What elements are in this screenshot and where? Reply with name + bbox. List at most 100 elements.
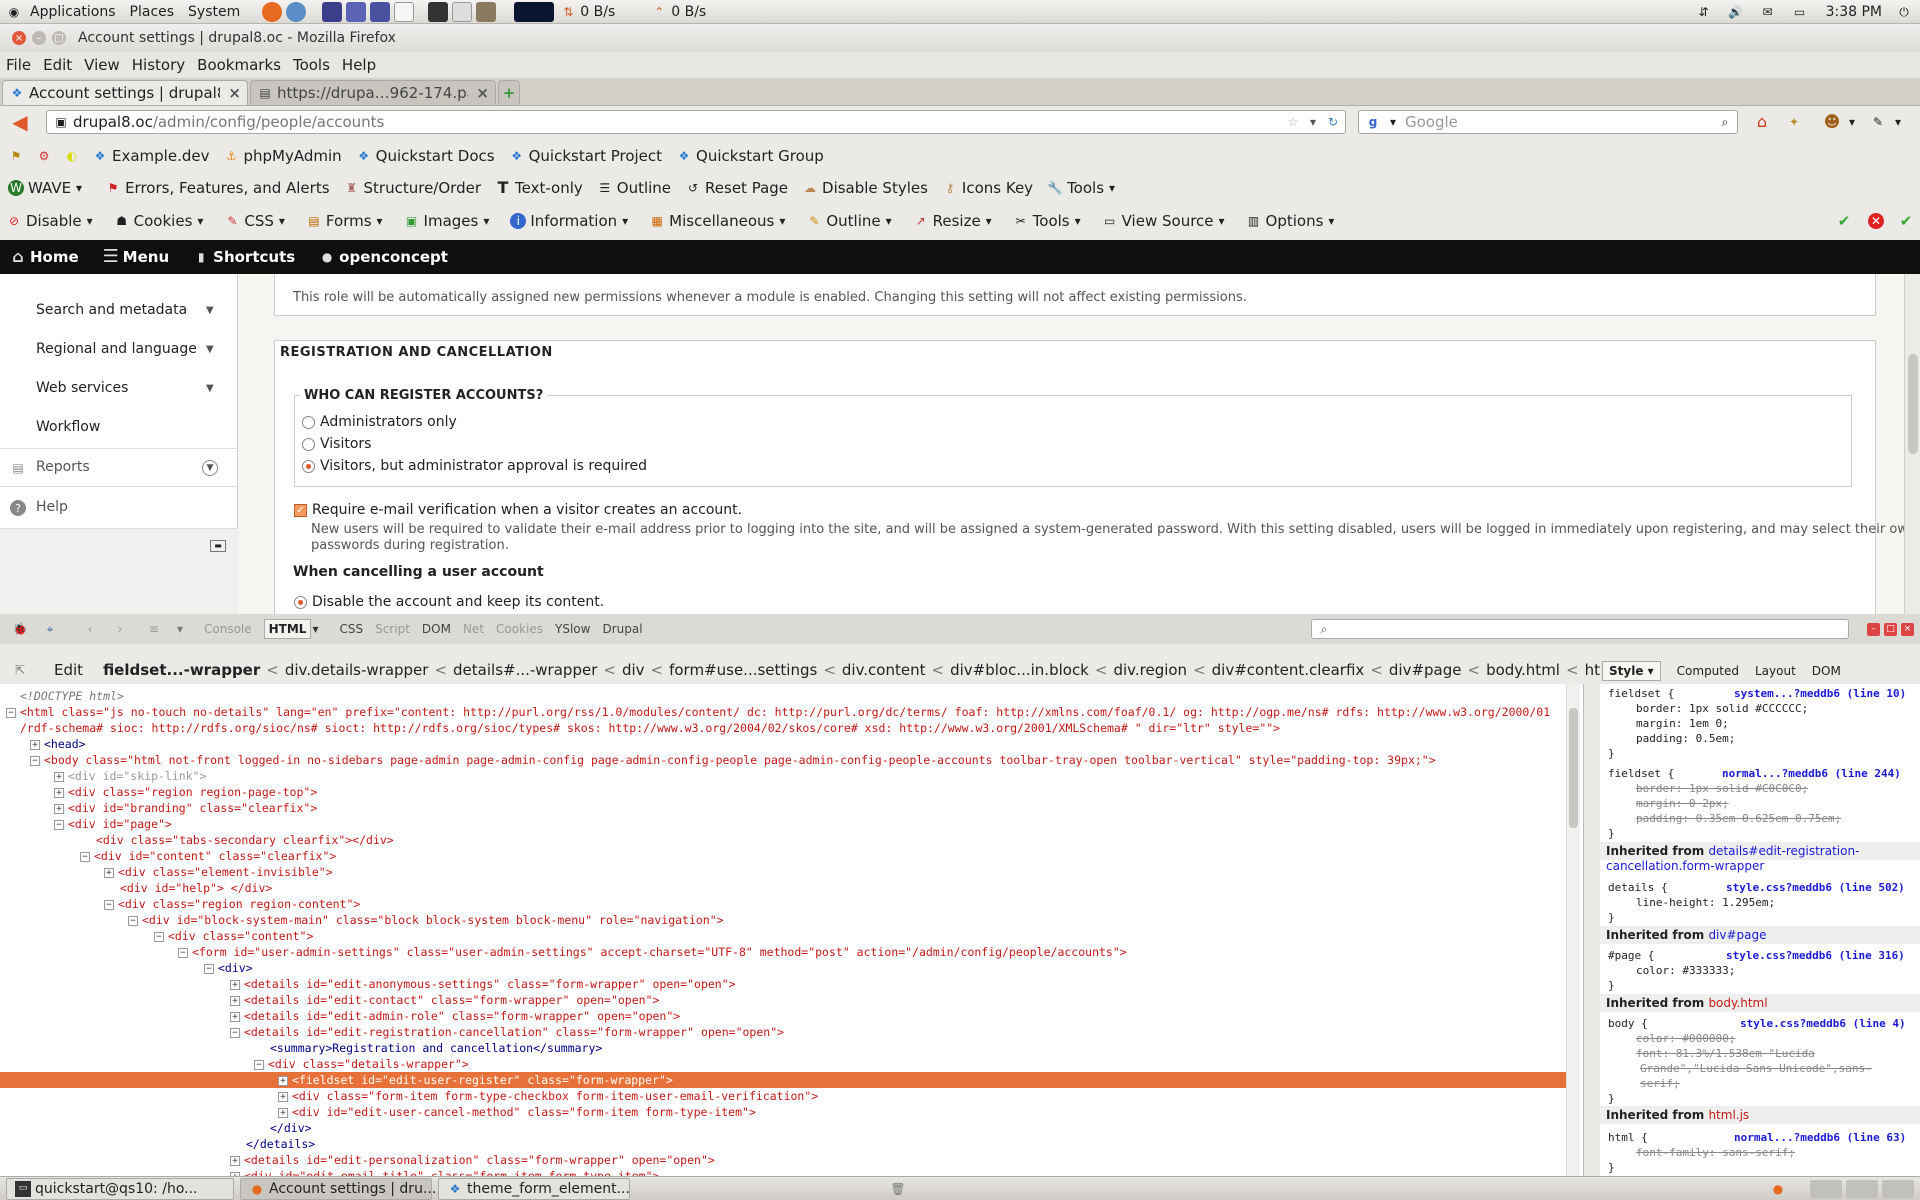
wd-disable-menu[interactable]: ⊘ Disable ▾ <box>6 212 102 230</box>
minimize-window-icon[interactable]: – <box>32 31 46 45</box>
css-rule-source[interactable]: style.css?meddb6 (line 502) <box>1726 880 1905 895</box>
tree-line-selected[interactable]: + <fieldset id="edit-user-register" class… <box>0 1072 1580 1088</box>
radio-button[interactable] <box>302 437 315 451</box>
tree-line[interactable]: + <div id="branding" class="clearfix"> <box>54 800 317 816</box>
forward-icon[interactable]: › <box>112 621 128 637</box>
menu-tools[interactable]: Tools <box>293 56 330 74</box>
validation-error-icon[interactable]: ✕ <box>1868 213 1884 229</box>
checkbox[interactable]: ✓ <box>294 503 307 517</box>
editor-launcher-icon[interactable] <box>452 1 473 22</box>
crumb-body[interactable]: body.html <box>1486 661 1560 679</box>
expand-toggle[interactable]: + <box>230 979 240 990</box>
collapse-toggle[interactable]: − <box>54 819 64 830</box>
sidebar-item-regional-language[interactable]: Regional and language <box>36 341 197 357</box>
wave-structure-button[interactable]: ♜ Structure/Order <box>344 179 481 197</box>
tree-line[interactable]: + <details id="edit-contact" class="form-… <box>230 992 659 1008</box>
menu-file[interactable]: File <box>6 56 31 74</box>
wave-errors-button[interactable]: ⚑ Errors, Features, and Alerts <box>105 179 330 197</box>
sidebar-item-web-services[interactable]: Web services <box>36 380 128 396</box>
css-property-overridden[interactable]: font: 81.3%/1.538em "Lucida <box>1636 1046 1815 1061</box>
expand-toggle[interactable]: + <box>230 1155 240 1166</box>
expand-toggle[interactable]: + <box>230 995 240 1006</box>
fb-search-input[interactable]: ⌕ <box>1311 619 1849 639</box>
bookmark-quickstart-project[interactable]: ❖ Quickstart Project <box>509 147 662 165</box>
css-rule-source[interactable]: style.css?meddb6 (line 316) <box>1726 948 1905 963</box>
css-rule-source[interactable]: normal...?meddb6 (line 244) <box>1722 766 1901 781</box>
css-property-overridden[interactable]: font-family: sans-serif; <box>1636 1145 1795 1160</box>
clock[interactable]: 3:38 PM <box>1826 4 1882 20</box>
inherited-link[interactable]: div#page <box>1708 928 1766 942</box>
page-scrollbar[interactable] <box>1904 274 1920 614</box>
firebug-icon[interactable]: 🐞 <box>12 621 28 637</box>
wd-css-menu[interactable]: ✎ CSS ▾ <box>224 212 294 230</box>
radio-button[interactable] <box>302 415 315 429</box>
side-tab-style[interactable]: Style ▾ <box>1602 661 1661 681</box>
tree-line[interactable]: + <details id="edit-admin-role" class="fo… <box>230 1008 680 1024</box>
toolbar-shortcuts[interactable]: ▮ Shortcuts <box>193 248 295 266</box>
css-property-overridden[interactable]: padding: 0.35em 0.625em 0.75em; <box>1636 811 1841 826</box>
bookmarklet-3-icon[interactable]: ◐ <box>64 148 80 164</box>
places-menu[interactable]: Places <box>130 4 175 20</box>
expand-circle-icon[interactable]: ▼ <box>202 460 218 476</box>
crumb-div-content-clearfix[interactable]: div#content.clearfix <box>1212 661 1365 679</box>
wd-cookies-menu[interactable]: ☗ Cookies ▾ <box>114 212 213 230</box>
tree-line[interactable]: − <div id="block-system-main" class="bloc… <box>128 912 724 928</box>
crumb-form[interactable]: form#use...settings <box>669 661 817 679</box>
task-browser[interactable]: ❖ theme_form_element... <box>438 1177 630 1200</box>
crumb-div[interactable]: div <box>622 661 645 679</box>
css-property-overridden[interactable]: serif; <box>1640 1076 1680 1091</box>
expand-toggle[interactable]: + <box>54 803 64 814</box>
expand-toggle[interactable]: + <box>54 787 64 798</box>
tree-line[interactable]: + <div id="skip-link"> <box>54 768 206 784</box>
collapse-toggle[interactable]: − <box>128 915 138 926</box>
fb-tab-net[interactable]: Net <box>463 622 484 636</box>
crumb-details-wrapper[interactable]: div.details-wrapper <box>285 661 429 679</box>
expand-toggle[interactable]: + <box>278 1091 288 1102</box>
collapse-toggle[interactable]: − <box>254 1059 264 1070</box>
back-arrow-icon[interactable]: ◀ <box>8 112 32 132</box>
crumb-div-region[interactable]: div.region <box>1113 661 1187 679</box>
tree-line[interactable]: + <div class="element-invisible"> <box>104 864 333 880</box>
expand-toggle[interactable]: + <box>278 1075 288 1086</box>
scrollbar-thumb[interactable] <box>1908 354 1918 454</box>
menu-help[interactable]: Help <box>342 56 376 74</box>
list-icon[interactable]: ≡ <box>146 621 162 637</box>
crumb-div-block[interactable]: div#bloc...in.block <box>950 661 1089 679</box>
collapse-toggle[interactable]: − <box>30 755 40 766</box>
css-property[interactable]: line-height: 1.295em; <box>1636 895 1775 910</box>
css-property-overridden[interactable]: border: 1px solid #C0C0C0; <box>1636 781 1808 796</box>
sidebar-item-search-metadata[interactable]: Search and metadata <box>36 302 187 318</box>
wd-options-menu[interactable]: ▥ Options ▾ <box>1246 212 1344 230</box>
back-icon[interactable]: ‹ <box>82 621 98 637</box>
radio-disable-account[interactable]: Disable the account and keep its content… <box>294 594 604 610</box>
wd-images-menu[interactable]: ▣ Images ▾ <box>404 212 499 230</box>
inherited-link[interactable]: html.js <box>1708 1108 1749 1122</box>
reload-icon[interactable]: ↻ <box>1325 114 1341 130</box>
eyedropper-dropdown-icon[interactable]: ▾ <box>1890 114 1906 130</box>
wd-resize-menu[interactable]: ↗ Resize ▾ <box>913 212 1001 230</box>
tree-line[interactable]: + <head> <box>30 736 86 752</box>
css-property-overridden[interactable]: Grande","Lucida Sans Unicode",sans- <box>1640 1061 1872 1076</box>
wave-tools-menu[interactable]: 🔧 Tools ▾ <box>1047 179 1124 197</box>
google-icon[interactable]: g <box>1365 114 1381 130</box>
collapse-toggle[interactable]: − <box>204 963 214 974</box>
wave-outline-button[interactable]: ☰ Outline <box>597 179 671 197</box>
inherited-link[interactable]: body.html <box>1708 996 1767 1010</box>
wd-outline-menu[interactable]: ✎ Outline ▾ <box>806 212 900 230</box>
toolbar-home[interactable]: ⌂ Home <box>10 248 78 266</box>
fb-tab-html[interactable]: HTML <box>263 619 312 639</box>
tree-line[interactable]: − <div class="content"> <box>154 928 313 944</box>
search-bar[interactable]: g ▾ Google ⌕ <box>1358 110 1738 134</box>
fb-tab-yslow[interactable]: YSlow <box>555 622 590 636</box>
wd-information-menu[interactable]: i Information ▾ <box>510 212 637 230</box>
fb-detach-icon[interactable]: □ <box>1884 622 1897 636</box>
close-tab-icon[interactable]: × <box>476 84 489 102</box>
trash-icon[interactable]: 🗑 <box>890 1181 906 1197</box>
tree-line[interactable]: + <div class="region region-page-top"> <box>54 784 317 800</box>
bookmark-phpmyadmin[interactable]: ⚓ phpMyAdmin <box>223 147 342 165</box>
side-tab-dom[interactable]: DOM <box>1812 664 1841 678</box>
chat-icon[interactable]: ▭ <box>1792 4 1808 20</box>
side-tab-computed[interactable]: Computed <box>1677 664 1739 678</box>
bookmark-quickstart-group[interactable]: ❖ Quickstart Group <box>676 147 824 165</box>
radio-button[interactable] <box>294 595 307 609</box>
